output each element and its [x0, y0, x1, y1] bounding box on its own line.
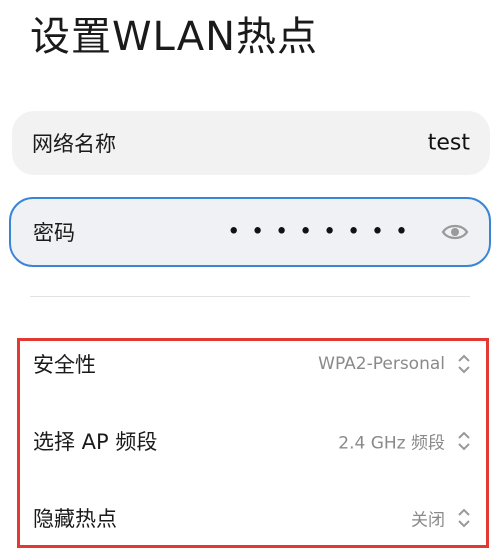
security-setting-row[interactable]: 安全性 WPA2-Personal [17, 334, 489, 394]
ap-band-label: 选择 AP 频段 [33, 430, 158, 454]
chevron-up-down-icon[interactable] [457, 507, 471, 529]
hidden-hotspot-value: 关闭 [411, 510, 445, 531]
ap-band-setting-row[interactable]: 选择 AP 频段 2.4 GHz 频段 [17, 411, 489, 471]
section-divider [30, 296, 470, 297]
page-title: 设置WLAN热点 [30, 14, 319, 60]
ap-band-value: 2.4 GHz 频段 [338, 433, 445, 454]
chevron-up-down-icon[interactable] [457, 353, 471, 375]
security-value: WPA2-Personal [318, 354, 445, 374]
network-name-label: 网络名称 [32, 132, 116, 156]
password-value[interactable]: •••••••• [227, 220, 419, 245]
network-name-value[interactable]: test [428, 131, 470, 156]
security-label: 安全性 [33, 353, 96, 377]
hidden-hotspot-setting-row[interactable]: 隐藏热点 关闭 [17, 488, 489, 548]
eye-icon[interactable] [441, 222, 469, 242]
password-field[interactable]: 密码 •••••••• [9, 197, 491, 267]
network-name-field[interactable]: 网络名称 test [12, 111, 490, 175]
hidden-hotspot-label: 隐藏热点 [33, 507, 117, 531]
password-label: 密码 [33, 221, 75, 245]
chevron-up-down-icon[interactable] [457, 430, 471, 452]
